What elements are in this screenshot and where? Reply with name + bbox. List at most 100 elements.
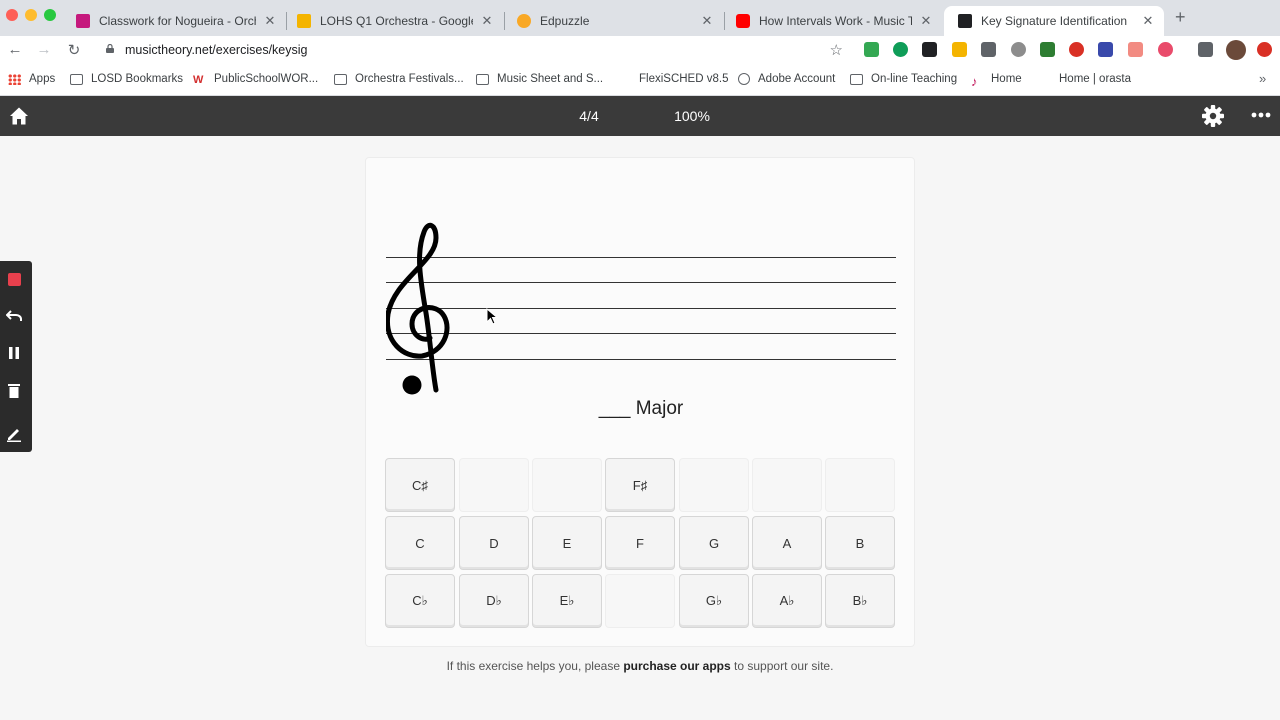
- lock-icon: [106, 44, 114, 53]
- key-b-button[interactable]: B: [825, 516, 895, 570]
- reload-icon[interactable]: ↻: [64, 41, 84, 59]
- extension-icon[interactable]: [1069, 42, 1084, 57]
- window-minimize-button[interactable]: [25, 9, 37, 21]
- key-placeholder: [532, 458, 602, 512]
- key-d-flat-button[interactable]: D♭: [459, 574, 529, 628]
- key-g-button[interactable]: G: [679, 516, 749, 570]
- key-c-flat-button[interactable]: C♭: [385, 574, 455, 628]
- tab-title: LOHS Q1 Orchestra - Google Slides: [320, 14, 473, 28]
- bookmark-folder[interactable]: Orchestra Festivals...: [334, 73, 464, 85]
- extension-icon[interactable]: [893, 42, 908, 57]
- extension-icon[interactable]: [952, 42, 967, 57]
- key-b-flat-button[interactable]: B♭: [825, 574, 895, 628]
- window-zoom-button[interactable]: [44, 9, 56, 21]
- extension-icon[interactable]: [1128, 42, 1143, 57]
- back-arrow-icon[interactable]: ←: [5, 41, 25, 58]
- undo-icon[interactable]: [0, 301, 28, 331]
- extension-icon[interactable]: [864, 42, 879, 57]
- trash-icon[interactable]: [0, 375, 28, 405]
- progress-counter: 4/4: [579, 108, 599, 124]
- score-percentage: 100%: [674, 108, 710, 124]
- home-icon[interactable]: [9, 106, 29, 126]
- key-c-button[interactable]: C: [385, 516, 455, 570]
- slides-favicon-icon: [297, 14, 311, 28]
- record-icon[interactable]: [0, 264, 28, 294]
- apps-grid-icon: [8, 73, 21, 85]
- classroom-favicon-icon: [76, 14, 90, 28]
- support-message-prefix: If this exercise helps you, please: [446, 659, 624, 673]
- profile-avatar[interactable]: [1226, 40, 1246, 60]
- bookmark-label: Apps: [29, 73, 56, 85]
- window-close-button[interactable]: [6, 9, 18, 21]
- bookmark-label: Adobe Account: [758, 73, 836, 85]
- bookmark-link[interactable]: ♪ Home: [971, 73, 1022, 89]
- key-f-sharp-button[interactable]: F♯: [605, 458, 675, 512]
- tab-close-icon[interactable]: ✕: [479, 13, 495, 29]
- tab-close-icon[interactable]: ✕: [918, 13, 934, 29]
- key-e-flat-button[interactable]: E♭: [532, 574, 602, 628]
- folder-icon: [70, 73, 83, 85]
- browser-tab-active[interactable]: Key Signature Identification ✕: [944, 6, 1164, 36]
- key-c-sharp-button[interactable]: C♯: [385, 458, 455, 512]
- edpuzzle-favicon-icon: [517, 14, 531, 28]
- key-d-button[interactable]: D: [459, 516, 529, 570]
- gear-icon[interactable]: [1201, 104, 1225, 128]
- treble-clef-icon: [386, 222, 450, 393]
- bookmarks-overflow-button[interactable]: »: [1259, 71, 1266, 86]
- grid-extension-icon[interactable]: [981, 42, 996, 57]
- extension-icon[interactable]: [1040, 42, 1055, 57]
- extension-icon[interactable]: [1257, 42, 1272, 57]
- bookmark-link[interactable]: FlexiSCHED v8.5: [639, 73, 728, 85]
- bookmark-star-icon[interactable]: ☆: [830, 41, 843, 59]
- browser-toolbar: ← → ↻ musictheory.net/exercises/keysig ☆: [0, 36, 1280, 66]
- pen-icon[interactable]: [0, 419, 28, 449]
- extension-icon[interactable]: [1158, 42, 1173, 57]
- clef-dot: [402, 375, 422, 395]
- bookmark-folder[interactable]: On-line Teaching: [850, 73, 957, 85]
- support-message: If this exercise helps you, please purch…: [0, 659, 1280, 673]
- extension-icon[interactable]: [1011, 42, 1026, 57]
- key-e-button[interactable]: E: [532, 516, 602, 570]
- music-staff: [386, 222, 896, 395]
- purchase-apps-link[interactable]: purchase our apps: [623, 659, 730, 673]
- reading-list-icon[interactable]: [1198, 42, 1213, 57]
- extension-icon[interactable]: [1098, 42, 1113, 57]
- address-bar[interactable]: musictheory.net/exercises/keysig ☆: [96, 38, 851, 64]
- tab-close-icon[interactable]: ✕: [1140, 13, 1156, 29]
- bookmark-label: Home: [991, 73, 1022, 85]
- key-a-flat-button[interactable]: A♭: [752, 574, 822, 628]
- bookmark-link[interactable]: Adobe Account: [738, 73, 835, 85]
- new-tab-button[interactable]: +: [1175, 7, 1186, 28]
- bookmark-folder[interactable]: Music Sheet and S...: [476, 73, 603, 85]
- browser-tab[interactable]: LOHS Q1 Orchestra - Google Slides ✕: [283, 6, 503, 36]
- bookmark-label: Home | orasta: [1059, 73, 1132, 85]
- forward-arrow-icon[interactable]: →: [34, 41, 54, 58]
- answer-prompt: ___ Major: [598, 398, 684, 419]
- bookmark-link[interactable]: Home | orasta: [1059, 73, 1131, 85]
- folder-icon: [850, 73, 863, 85]
- tab-close-icon[interactable]: ✕: [699, 13, 715, 29]
- key-placeholder: [605, 574, 675, 628]
- browser-tab[interactable]: How Intervals Work - Music Theory ✕: [722, 6, 942, 36]
- key-g-flat-button[interactable]: G♭: [679, 574, 749, 628]
- key-placeholder: [679, 458, 749, 512]
- extension-icon[interactable]: [922, 42, 937, 57]
- browser-tab[interactable]: Edpuzzle ✕: [503, 6, 723, 36]
- key-placeholder: [459, 458, 529, 512]
- more-options-icon[interactable]: [1251, 111, 1271, 119]
- pause-icon[interactable]: [0, 338, 28, 368]
- browser-tab[interactable]: Classwork for Nogueira - Orchestra ✕: [62, 6, 286, 36]
- tab-close-icon[interactable]: ✕: [262, 13, 278, 29]
- url-text: musictheory.net/exercises/keysig: [125, 43, 308, 57]
- key-f-button[interactable]: F: [605, 516, 675, 570]
- key-a-button[interactable]: A: [752, 516, 822, 570]
- musictheory-favicon-icon: [958, 14, 972, 28]
- bookmark-folder[interactable]: LOSD Bookmarks: [70, 73, 183, 85]
- bookmark-link[interactable]: W PublicSchoolWOR...: [193, 73, 318, 86]
- bookmark-apps[interactable]: Apps: [8, 73, 55, 85]
- bookmark-label: Orchestra Festivals...: [355, 73, 464, 85]
- support-message-suffix: to support our site.: [730, 659, 834, 673]
- mouse-cursor-icon: [486, 308, 498, 325]
- bookmark-label: On-line Teaching: [871, 73, 958, 85]
- tab-title: Key Signature Identification: [981, 14, 1128, 28]
